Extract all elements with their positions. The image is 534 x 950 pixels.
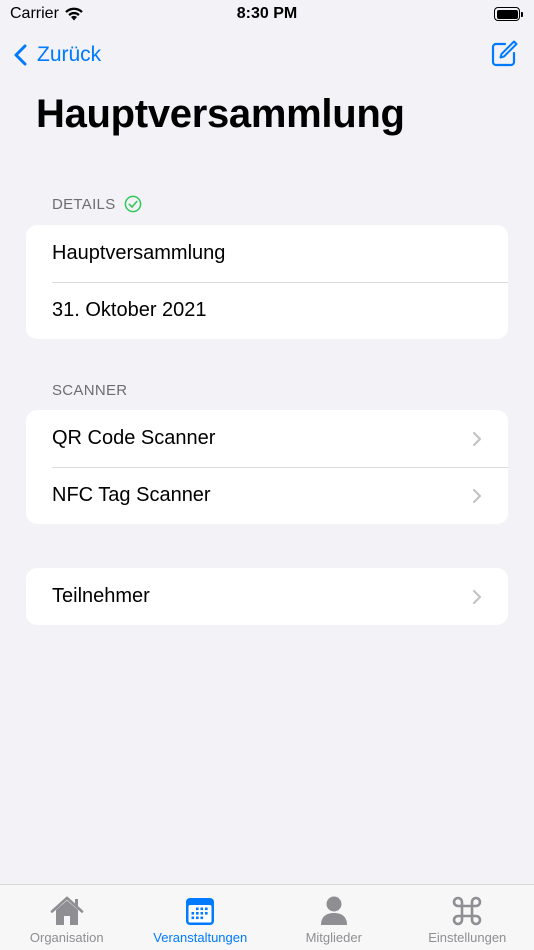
tab-organisation-label: Organisation <box>29 930 104 945</box>
house-icon <box>50 896 84 925</box>
status-bar: Carrier 8:30 PM <box>0 0 534 30</box>
chevron-right-icon <box>472 589 482 604</box>
scanner-header-label: SCANNER <box>52 382 128 399</box>
tab-veranstaltungen-label: Veranstaltungen <box>153 930 248 945</box>
details-section-header: DETAILS <box>52 195 142 213</box>
screen: Carrier 8:30 PM Zurück Hauptversammlung … <box>0 0 534 950</box>
scanner-section-header: SCANNER <box>52 382 127 399</box>
command-icon <box>452 896 482 926</box>
tab-organisation[interactable]: Organisation <box>0 885 134 950</box>
tab-veranstaltungen[interactable]: Veranstaltungen <box>134 885 268 950</box>
battery-icon <box>494 7 524 21</box>
qr-code-scanner-label: QR Code Scanner <box>52 427 216 449</box>
event-date-row: 31. Oktober 2021 <box>26 282 508 339</box>
tab-bar: Organisation Veranstaltungen Mitglieder <box>0 884 534 950</box>
nfc-tag-scanner-row[interactable]: NFC Tag Scanner <box>26 467 508 524</box>
checkmark-circle-icon <box>124 195 141 213</box>
tab-mitglieder-label: Mitglieder <box>305 930 362 945</box>
tab-mitglieder[interactable]: Mitglieder <box>267 885 401 950</box>
person-icon <box>320 896 347 925</box>
event-date: 31. Oktober 2021 <box>52 299 207 321</box>
back-button-label: Zurück <box>37 43 102 66</box>
nfc-tag-scanner-label: NFC Tag Scanner <box>52 484 211 506</box>
scanner-group: QR Code Scanner NFC Tag Scanner <box>26 410 508 524</box>
participants-label: Teilnehmer <box>52 585 150 607</box>
calendar-icon <box>186 898 215 925</box>
details-header-label: DETAILS <box>52 195 116 213</box>
chevron-right-icon <box>472 431 482 446</box>
chevron-right-icon <box>472 488 482 503</box>
status-time: 8:30 PM <box>236 5 298 22</box>
tab-einstellungen-label: Einstellungen <box>428 930 507 945</box>
chevron-left-icon <box>14 44 27 66</box>
back-button[interactable]: Zurück <box>14 40 101 70</box>
details-group: Hauptversammlung 31. Oktober 2021 <box>26 225 508 339</box>
navigation-bar: Zurück <box>0 34 534 78</box>
participants-row[interactable]: Teilnehmer <box>26 568 508 625</box>
participants-group: Teilnehmer <box>26 568 508 625</box>
page-title: Hauptversammlung <box>36 92 405 136</box>
tab-einstellungen[interactable]: Einstellungen <box>401 885 534 950</box>
compose-icon[interactable] <box>488 38 520 70</box>
event-name-row: Hauptversammlung <box>26 225 508 282</box>
qr-code-scanner-row[interactable]: QR Code Scanner <box>26 410 508 467</box>
event-name: Hauptversammlung <box>52 242 226 264</box>
